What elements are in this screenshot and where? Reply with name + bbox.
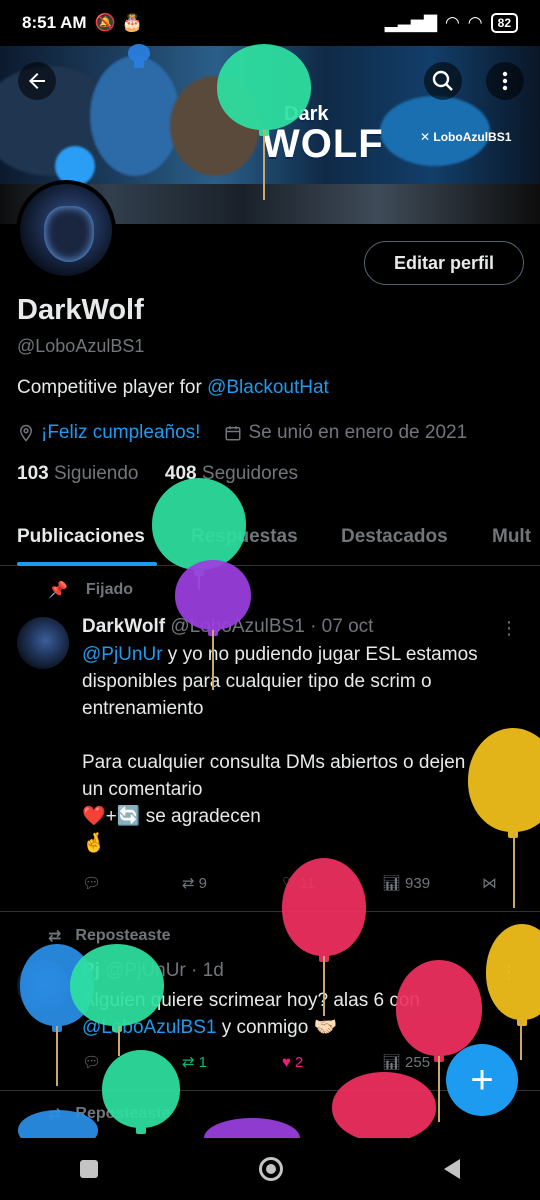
share-button[interactable]: ⋈ xyxy=(482,874,497,892)
pinned-label: 📌 Fijado xyxy=(48,581,134,599)
post-text: @PjUnUr y yo no pudiendo jugar ESL estam… xyxy=(82,644,478,854)
mute-notification-icon: 🔕 xyxy=(94,13,116,32)
profile-handle: @LoboAzulBS1 xyxy=(17,336,145,356)
views-button[interactable]: 📊︎ 939 xyxy=(382,874,482,893)
profile-bio: Competitive player for @BlackoutHat xyxy=(17,377,329,398)
status-time: 8:51 AM xyxy=(22,13,87,32)
profile-meta: ¡Feliz cumpleaños! Se unió en enero de 2… xyxy=(17,422,467,444)
calendar-icon xyxy=(225,426,241,441)
repost-button[interactable]: ⇄ 9 xyxy=(182,874,282,893)
heart-filled-icon: ♥ xyxy=(282,1053,291,1071)
back-button[interactable] xyxy=(18,62,56,100)
balloon xyxy=(332,1072,436,1148)
wolf-image xyxy=(44,206,94,262)
balloon-string xyxy=(438,1056,440,1122)
profile-tabs: Publicaciones Respuestas Destacados Mult xyxy=(0,518,540,566)
search-icon xyxy=(432,70,453,91)
birthday-link[interactable]: ¡Feliz cumpleaños! xyxy=(41,422,200,444)
balloon xyxy=(396,960,482,1062)
post-date: · 07 oct xyxy=(310,616,374,637)
location-pin-icon xyxy=(19,424,33,442)
more-options-button[interactable] xyxy=(486,62,524,100)
post-author-name[interactable]: DarkWolf xyxy=(82,616,165,637)
active-tab-indicator xyxy=(17,562,157,566)
balloon xyxy=(70,944,164,1032)
repost-icon: ⇄ xyxy=(182,1054,195,1071)
tab-destacados[interactable]: Destacados xyxy=(341,526,448,548)
repost-button-active[interactable]: ⇄ 1 xyxy=(182,1053,282,1072)
balloon xyxy=(217,44,311,136)
post-avatar[interactable] xyxy=(17,617,69,669)
balloon-string xyxy=(513,832,515,908)
compose-button[interactable]: + xyxy=(446,1044,518,1116)
banner-handle: ✕ LoboAzulBS1 xyxy=(420,130,512,144)
pin-icon: 📌 xyxy=(48,582,68,599)
repost-small-icon: ⇄ xyxy=(48,928,62,945)
home-button[interactable] xyxy=(258,1157,283,1181)
plus-icon: + xyxy=(470,1057,494,1102)
system-nav-bar xyxy=(0,1138,540,1200)
balloon-string xyxy=(118,1026,120,1056)
like-button-active[interactable]: ♥ 2 xyxy=(282,1053,382,1071)
profile-name: DarkWolf xyxy=(17,294,144,326)
back-nav-button[interactable] xyxy=(443,1159,460,1179)
repost-icon: ⇄ xyxy=(182,875,195,892)
post-mention-link[interactable]: @PjUnUr xyxy=(82,644,163,665)
balloon xyxy=(102,1050,180,1134)
edit-profile-button[interactable]: Editar perfil xyxy=(364,241,524,285)
balloon xyxy=(152,478,246,576)
reply-button[interactable]: 💬︎ xyxy=(82,874,182,892)
more-vertical-icon xyxy=(502,71,508,91)
profile-avatar[interactable] xyxy=(16,180,116,280)
tab-publicaciones[interactable]: Publicaciones xyxy=(17,526,145,548)
share-icon: ⋈ xyxy=(482,875,497,892)
battery-indicator: 82 xyxy=(490,13,518,33)
balloon xyxy=(282,858,366,962)
views-icon: 📊︎ xyxy=(382,875,402,892)
balloon-string xyxy=(263,130,265,200)
repost-label: ⇄ Reposteaste xyxy=(48,927,171,945)
balloon-string xyxy=(212,630,214,690)
search-button[interactable] xyxy=(424,62,462,100)
tab-multimedia[interactable]: Mult xyxy=(492,526,531,548)
joined-date: Se unió en enero de 2021 xyxy=(248,422,468,443)
post-more-icon[interactable]: ⋮ xyxy=(500,618,518,639)
reply-icon: 💬︎ xyxy=(82,875,102,892)
views-icon: 📊︎ xyxy=(382,1054,402,1071)
wifi-icon: ◠ xyxy=(444,13,460,32)
signal-icon: ▂▃▅▇ xyxy=(384,13,437,32)
divider xyxy=(0,911,540,912)
balloon-string xyxy=(56,1026,58,1086)
back-arrow-icon xyxy=(29,73,45,89)
wifi-icon-2: ◠ xyxy=(467,13,483,32)
balloon xyxy=(128,44,150,68)
recents-button[interactable] xyxy=(80,1160,99,1178)
balloon-string xyxy=(520,1020,522,1060)
follow-counts: 103 Siguiendo 408 Seguidores xyxy=(17,463,298,485)
post-date: · 1d xyxy=(191,960,224,981)
balloon-string xyxy=(323,956,325,1016)
following-link[interactable]: 103 Siguiendo xyxy=(17,463,139,484)
status-bar: 8:51 AM 🔕 🎂 ▂▃▅▇ ◠ ◠ 82 xyxy=(0,0,540,46)
balloon xyxy=(175,560,251,636)
reply-icon: 💬︎ xyxy=(82,1054,102,1071)
cake-icon: 🎂 xyxy=(121,13,143,32)
bio-mention-link[interactable]: @BlackoutHat xyxy=(207,377,329,398)
